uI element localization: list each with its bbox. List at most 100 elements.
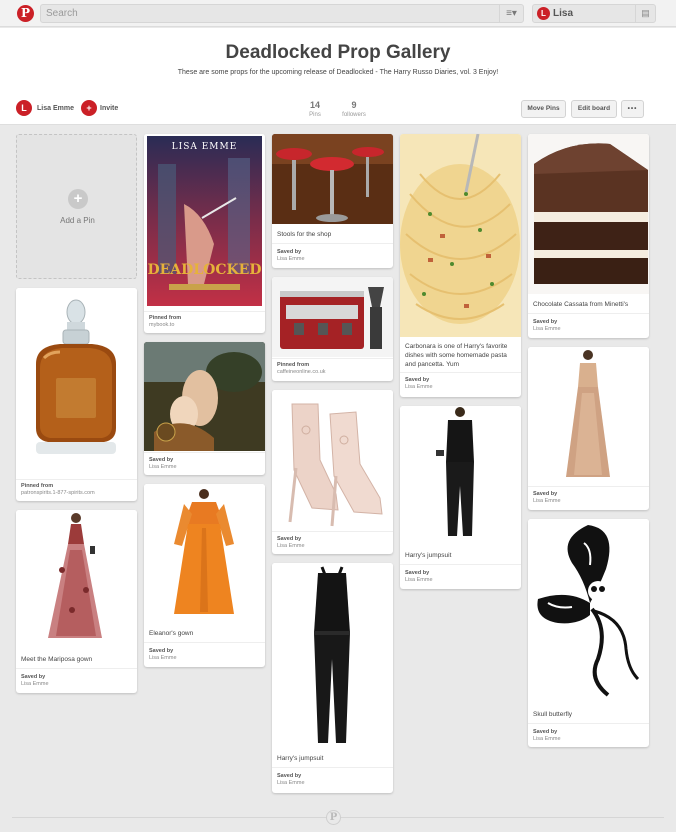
pin-saved-by-link[interactable]: Lisa Emme [533, 326, 561, 332]
board-title: Deadlocked Prop Gallery [225, 42, 451, 63]
pin-image-carbonara[interactable] [400, 134, 521, 337]
pin-image-skull-butterfly[interactable] [528, 519, 649, 703]
search-filter-menu-icon[interactable]: ≡▾ [499, 5, 523, 22]
pin-image-black-jumpsuit[interactable] [272, 563, 393, 749]
pin-description: Harry's jumpsuit [405, 552, 452, 559]
pin-card[interactable]: Skull butterfly Saved by Lisa Emme [528, 519, 649, 747]
pin-card[interactable]: Pinned from caffeineonline.co.uk [272, 277, 393, 381]
pin-card[interactable]: Harry's jumpsuit Saved by Lisa Emme [400, 406, 521, 589]
pin-source-link[interactable]: caffeineonline.co.uk [277, 369, 326, 375]
pin-saved-by-link[interactable]: Lisa Emme [277, 256, 305, 262]
pin-meta-label: Saved by [277, 536, 302, 542]
pin-card[interactable]: Saved by Lisa Emme [272, 390, 393, 554]
pin-source-link[interactable]: patronspirits.1-877-spirits.com [21, 490, 95, 496]
pin-image-black-jumpsuit[interactable] [400, 406, 521, 544]
pin-description: Skull butterfly [533, 711, 573, 718]
followers-count-label: followers [342, 112, 366, 118]
pin-description: Stools for the shop [277, 231, 332, 238]
jumpsuit-icon [400, 406, 521, 544]
pin-divider [528, 486, 649, 487]
cake-icon [528, 134, 649, 294]
pin-meta-label: Saved by [277, 249, 302, 255]
pins-count[interactable]: 14 Pins [305, 100, 325, 118]
pin-image-eleanor-gown[interactable] [144, 484, 265, 622]
pin-description: Harry's jumpsuit [277, 755, 324, 762]
pin-image-mariposa-gown[interactable] [16, 510, 137, 648]
owner-avatar[interactable]: L [16, 100, 32, 116]
pin-saved-by-link[interactable]: Lisa Emme [533, 498, 561, 504]
board-header: Deadlocked Prop Gallery These are some p… [0, 28, 676, 125]
pin-image-stools[interactable] [272, 134, 393, 224]
pin-image-espresso-machine[interactable] [272, 277, 393, 357]
pin-meta-label: Pinned from [21, 483, 54, 489]
pin-card[interactable]: Harry's jumpsuit Saved by Lisa Emme [272, 563, 393, 793]
pin-card[interactable]: Eleanor's gown Saved by Lisa Emme [144, 484, 265, 667]
move-pins-button[interactable]: Move Pins [521, 100, 566, 118]
pinterest-logo-icon[interactable]: P [17, 5, 34, 22]
pin-card[interactable]: Chocolate Cassata from Minetti's Saved b… [528, 134, 649, 338]
pins-count-label: Pins [309, 112, 321, 118]
board-toolbar: L Lisa Emme + Invite 14 Pins 9 followers… [0, 94, 676, 124]
pin-image-deadlocked-book[interactable]: LISA EMME DEADLOCKED [144, 134, 265, 310]
pin-card[interactable]: Saved by Lisa Emme [528, 347, 649, 510]
messages-icon[interactable]: ▤ [635, 5, 655, 22]
pin-saved-by-link[interactable]: Lisa Emme [149, 464, 177, 470]
pin-divider [400, 564, 521, 565]
pin-image-tequila-bottle[interactable] [16, 288, 137, 477]
pin-divider [400, 372, 521, 373]
pin-saved-by-link[interactable]: Lisa Emme [405, 577, 433, 583]
pin-image-painting[interactable] [144, 342, 265, 451]
tequila-bottle-icon [16, 288, 137, 477]
pin-saved-by-link[interactable]: Lisa Emme [149, 655, 177, 661]
owner-name-link[interactable]: Lisa Emme [37, 105, 74, 112]
edit-board-button[interactable]: Edit board [571, 100, 617, 118]
pin-meta-label: Saved by [533, 491, 558, 497]
pin-image-lace-boots[interactable] [272, 390, 393, 530]
pin-divider [272, 358, 393, 359]
search-placeholder: Search [46, 8, 78, 19]
book-cover-icon [147, 136, 262, 306]
pin-divider [272, 531, 393, 532]
pin-meta-label: Saved by [533, 319, 558, 325]
search-input[interactable]: Search ≡▾ [40, 4, 524, 23]
pin-meta-label: Saved by [21, 674, 46, 680]
book-author-text: LISA EMME [171, 142, 238, 152]
pin-saved-by-link[interactable]: Lisa Emme [277, 780, 305, 786]
pin-meta-label: Saved by [405, 570, 430, 576]
pin-source-link[interactable]: mybook.to [149, 322, 174, 328]
invite-button[interactable]: Invite [100, 105, 118, 112]
board-description: These are some props for the upcoming re… [177, 69, 499, 76]
pin-divider [144, 642, 265, 643]
add-pin-tile[interactable]: + Add a Pin [16, 134, 137, 279]
pin-divider [16, 668, 137, 669]
pin-saved-by-link[interactable]: Lisa Emme [533, 736, 561, 742]
painting-icon [144, 342, 265, 451]
pin-card[interactable]: Meet the Mariposa gown Saved by Lisa Emm… [16, 510, 137, 693]
pin-image-gold-gown[interactable] [528, 347, 649, 485]
pin-saved-by-link[interactable]: Lisa Emme [405, 384, 433, 390]
pin-divider [272, 767, 393, 768]
footer-pinterest-logo-icon[interactable]: P [326, 810, 341, 825]
pin-image-chocolate-cake[interactable] [528, 134, 649, 294]
pin-divider [16, 479, 137, 480]
user-name: Lisa [553, 8, 574, 19]
pin-saved-by-link[interactable]: Lisa Emme [277, 543, 305, 549]
invite-icon[interactable]: + [81, 100, 97, 116]
pin-description: Carbonara is one of Harry's favorite dis… [405, 343, 508, 368]
pin-card[interactable]: Pinned from patronspirits.1-877-spirits.… [16, 288, 137, 501]
followers-count-value: 9 [351, 100, 357, 110]
pin-card[interactable]: Carbonara is one of Harry's favorite dis… [400, 134, 521, 397]
gown-icon [144, 484, 265, 622]
pin-description: Meet the Mariposa gown [21, 656, 93, 663]
followers-count[interactable]: 9 followers [340, 100, 368, 118]
pin-saved-by-link[interactable]: Lisa Emme [21, 681, 49, 687]
jumpsuit-icon [272, 563, 393, 749]
user-profile-button[interactable]: L Lisa ▤ [532, 4, 656, 23]
pin-card[interactable]: LISA EMME DEADLOCKED Pinned from mybook.… [144, 134, 265, 333]
pin-card[interactable]: Saved by Lisa Emme [144, 342, 265, 475]
more-options-button[interactable]: ••• [621, 100, 644, 118]
skull-butterfly-icon [528, 519, 649, 703]
pin-meta-label: Saved by [149, 648, 174, 654]
pin-card[interactable]: Stools for the shop Saved by Lisa Emme [272, 134, 393, 268]
pin-meta-label: Pinned from [149, 315, 182, 321]
